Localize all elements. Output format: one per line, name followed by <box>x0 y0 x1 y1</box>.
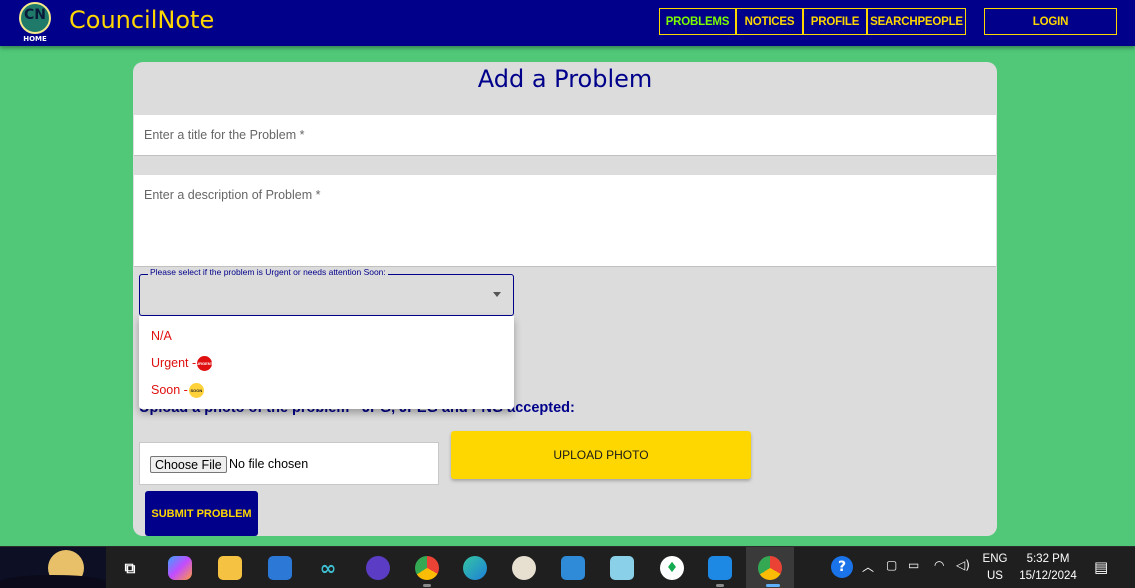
upload-photo-button[interactable]: UPLOAD PHOTO <box>451 431 751 479</box>
chrome-icon[interactable] <box>415 556 439 580</box>
widgets-weather-icon[interactable] <box>0 547 106 588</box>
battery-icon[interactable]: ▭ <box>908 558 919 572</box>
submit-problem-button[interactable]: SUBMIT PROBLEM <box>145 491 258 536</box>
description-input[interactable]: Enter a description of Problem * <box>134 175 996 267</box>
option-na-label: N/A <box>151 329 172 343</box>
active-running-indicator <box>766 584 780 587</box>
task-view-icon[interactable]: ⧉ <box>118 556 142 580</box>
eye-app-icon[interactable] <box>366 556 390 580</box>
wifi-icon[interactable]: ◠ <box>934 558 944 572</box>
edge-icon[interactable] <box>463 556 487 580</box>
vscode-icon[interactable] <box>708 556 732 580</box>
option-soon-label: Soon - <box>151 383 188 397</box>
logo-text: CN <box>24 7 46 23</box>
logo-home-label: HOME <box>23 35 47 43</box>
clock[interactable]: 5:32 PM 15/12/2024 <box>1014 551 1082 585</box>
language-code: ENG <box>982 553 1008 565</box>
chevron-up-icon[interactable]: ︿ <box>862 558 874 575</box>
paint-icon[interactable] <box>512 556 536 580</box>
description-input-placeholder: Enter a description of Problem * <box>144 188 321 202</box>
nav-notices-button[interactable]: NOTICES <box>736 8 803 35</box>
notepad-icon[interactable] <box>610 556 634 580</box>
region-code: US <box>987 570 1003 582</box>
copilot-icon[interactable] <box>168 556 192 580</box>
file-explorer-icon[interactable] <box>218 556 242 580</box>
option-na[interactable]: N/A <box>151 326 172 346</box>
soon-badge-icon: SOON <box>188 382 204 398</box>
add-problem-card: Add a Problem Enter a title for the Prob… <box>133 62 997 536</box>
urgency-select[interactable]: Please select if the problem is Urgent o… <box>139 267 514 316</box>
notification-icon[interactable]: ▤ <box>1094 558 1108 576</box>
top-navbar: CN HOME CouncilNote PROBLEMS NOTICES PRO… <box>0 0 1135 46</box>
dropdown-arrow-icon <box>493 292 501 297</box>
nav-profile-button[interactable]: PROFILE <box>803 8 867 35</box>
option-urgent[interactable]: Urgent - URGENT <box>151 353 213 373</box>
option-urgent-label: Urgent - <box>151 356 197 370</box>
clock-date: 15/12/2024 <box>1019 570 1077 582</box>
windows-taskbar: ⧉ ∞ ♦ ? ︿ ▢ ▭ ◠ ◁) ENG US 5:32 PM 15/12/… <box>0 546 1135 588</box>
file-status-text: No file chosen <box>229 457 309 471</box>
option-soon[interactable]: Soon - SOON <box>151 380 204 400</box>
title-input-placeholder: Enter a title for the Problem * <box>144 128 305 142</box>
photos-icon[interactable] <box>561 556 585 580</box>
microsoft-store-icon[interactable] <box>268 556 292 580</box>
vscode-running-indicator <box>716 584 724 587</box>
login-button[interactable]: LOGIN <box>984 8 1117 35</box>
meet-now-icon[interactable]: ▢ <box>886 558 897 572</box>
clock-time: 5:32 PM <box>1026 553 1070 565</box>
infinity-app-icon[interactable]: ∞ <box>316 556 340 580</box>
volume-icon[interactable]: ◁) <box>956 558 970 572</box>
home-logo[interactable]: CN HOME <box>14 2 56 44</box>
file-input[interactable]: Choose File No file chosen <box>139 442 439 485</box>
urgency-dropdown-menu: N/A Urgent - URGENT Soon - SOON <box>139 316 514 409</box>
urgency-select-label: Please select if the problem is Urgent o… <box>148 267 388 277</box>
title-input[interactable]: Enter a title for the Problem * <box>134 115 996 156</box>
page-title: Add a Problem <box>477 65 653 93</box>
chrome-running-indicator <box>423 584 431 587</box>
mongodb-icon[interactable]: ♦ <box>660 556 684 580</box>
nav-problems-button[interactable]: PROBLEMS <box>659 8 736 35</box>
brand-title[interactable]: CouncilNote <box>69 6 214 34</box>
language-indicator[interactable]: ENG US <box>978 551 1012 585</box>
hill-shape <box>0 575 106 588</box>
chrome-profile-icon[interactable] <box>758 556 782 580</box>
nav-searchpeople-button[interactable]: SEARCHPEOPLE <box>867 8 966 35</box>
choose-file-button[interactable]: Choose File <box>150 456 227 473</box>
help-icon[interactable]: ? <box>831 556 853 578</box>
urgent-badge-icon: URGENT <box>196 355 213 371</box>
